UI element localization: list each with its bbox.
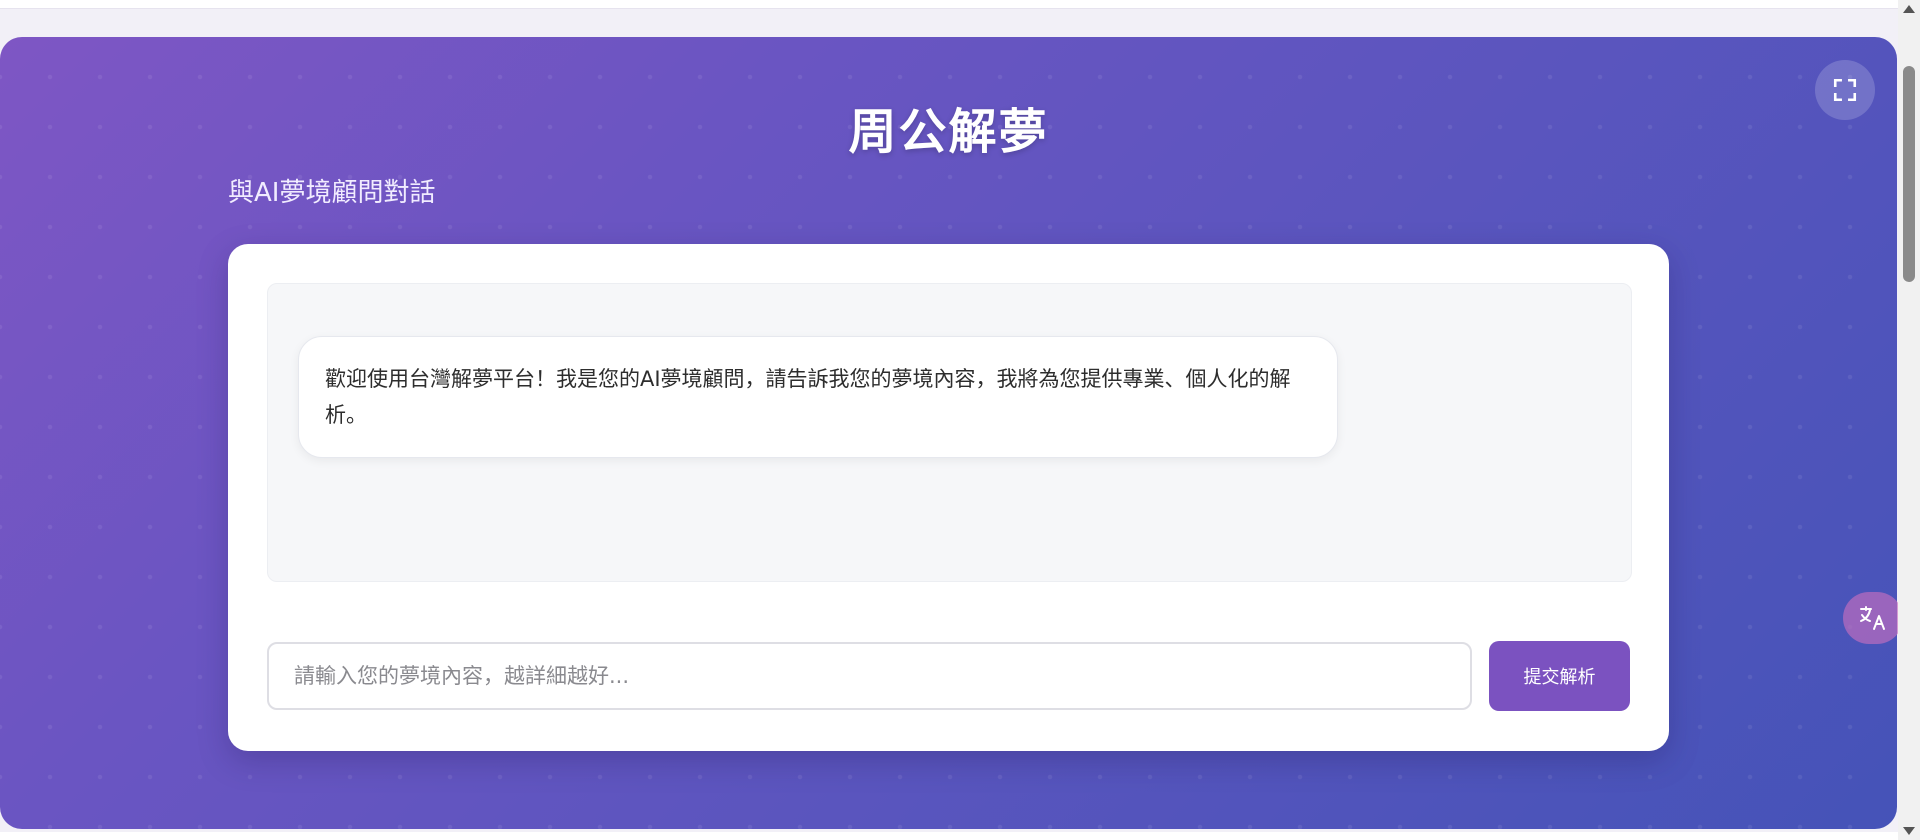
chat-messages: 歡迎使用台灣解夢平台！我是您的AI夢境顧問，請告訴我您的夢境內容，我將為您提供專… bbox=[267, 283, 1632, 582]
submit-button[interactable]: 提交解析 bbox=[1489, 641, 1630, 711]
chat-card: 歡迎使用台灣解夢平台！我是您的AI夢境顧問，請告訴我您的夢境內容，我將為您提供專… bbox=[228, 244, 1669, 751]
dream-input[interactable] bbox=[267, 642, 1472, 710]
scroll-down-arrow-icon[interactable] bbox=[1903, 827, 1915, 835]
translate-button[interactable] bbox=[1843, 592, 1903, 644]
scroll-thumb[interactable] bbox=[1903, 66, 1915, 282]
top-strip bbox=[0, 0, 1898, 9]
bottom-strip bbox=[0, 832, 1898, 840]
translate-icon bbox=[1860, 606, 1885, 630]
page-title: 周公解夢 bbox=[848, 104, 1049, 160]
page: 周公解夢 與AI夢境顧問對話 歡迎使用台灣解夢平台！我是您的AI夢境顧問，請告訴… bbox=[0, 0, 1920, 840]
assistant-message: 歡迎使用台灣解夢平台！我是您的AI夢境顧問，請告訴我您的夢境內容，我將為您提供專… bbox=[298, 336, 1338, 458]
fullscreen-icon bbox=[1833, 78, 1857, 102]
scroll-up-arrow-icon[interactable] bbox=[1903, 5, 1915, 13]
hero-section: 周公解夢 與AI夢境顧問對話 歡迎使用台灣解夢平台！我是您的AI夢境顧問，請告訴… bbox=[0, 37, 1897, 829]
fullscreen-button[interactable] bbox=[1815, 60, 1875, 120]
vertical-scrollbar[interactable] bbox=[1898, 0, 1920, 840]
page-subtitle: 與AI夢境顧問對話 bbox=[228, 178, 436, 208]
